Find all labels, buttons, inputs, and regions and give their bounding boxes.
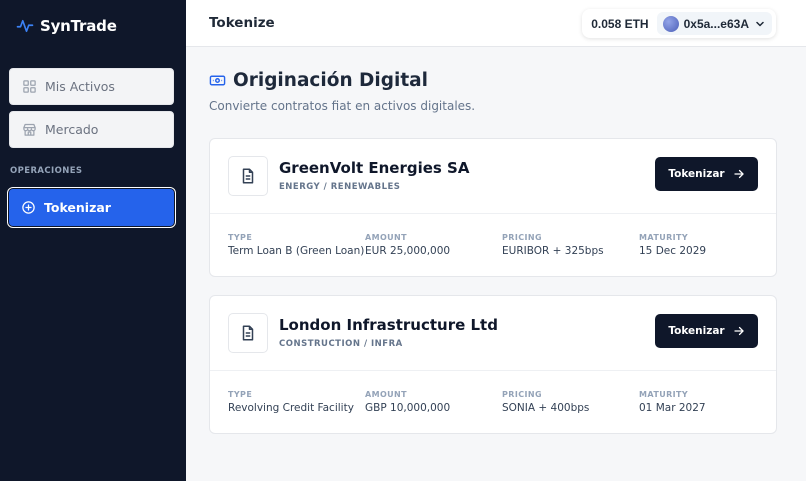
sidebar-item-mis-activos[interactable]: Mis Activos bbox=[9, 68, 174, 105]
field-maturity: MATURITY 15 Dec 2029 bbox=[639, 233, 706, 257]
field-value: Term Loan B (Green Loan) bbox=[228, 245, 365, 257]
field-value: EURIBOR + 325bps bbox=[502, 245, 604, 257]
field-label: AMOUNT bbox=[365, 233, 408, 242]
arrow-right-icon bbox=[734, 326, 744, 336]
wallet-widget[interactable]: 0.058 ETH 0x5a...e63A bbox=[582, 9, 776, 38]
field-label: PRICING bbox=[502, 233, 542, 242]
field-label: AMOUNT bbox=[365, 390, 408, 399]
deal-card: London Infrastructure Ltd CONSTRUCTION /… bbox=[209, 295, 777, 434]
avatar bbox=[662, 15, 679, 32]
field-value: Revolving Credit Facility bbox=[228, 402, 354, 414]
brand-logo[interactable]: SynTrade bbox=[16, 17, 117, 35]
store-icon bbox=[23, 123, 36, 136]
sidebar-item-label: Tokenizar bbox=[44, 200, 111, 215]
topbar: Tokenize 0.058 ETH 0x5a...e63A bbox=[186, 0, 806, 47]
page-header-title: Tokenize bbox=[209, 15, 275, 31]
account-selector[interactable]: 0x5a...e63A bbox=[656, 12, 772, 35]
sidebar-item-label: Mercado bbox=[45, 122, 99, 137]
page-title: Originación Digital bbox=[233, 70, 429, 91]
grid-icon bbox=[23, 80, 36, 93]
deal-card: GreenVolt Energies SA ENERGY / RENEWABLE… bbox=[209, 138, 777, 277]
tokenize-button[interactable]: Tokenizar bbox=[655, 157, 758, 191]
field-value: GBP 10,000,000 bbox=[365, 402, 451, 414]
sector-label: ENERGY / RENEWABLES bbox=[279, 182, 401, 192]
sidebar-item-label: Mis Activos bbox=[45, 79, 115, 94]
tokenize-button-label: Tokenizar bbox=[668, 168, 725, 180]
document-icon bbox=[242, 325, 254, 341]
field-value: 15 Dec 2029 bbox=[639, 245, 707, 257]
eth-balance: 0.058 ETH bbox=[591, 16, 649, 31]
sidebar: SynTrade Mis Activos Mercado OPERACIONES… bbox=[0, 0, 186, 481]
chevron-down-icon bbox=[756, 21, 764, 26]
wallet-address: 0x5a...e63A bbox=[683, 16, 749, 31]
document-icon bbox=[242, 168, 254, 184]
field-type: TYPE Term Loan B (Green Loan) bbox=[228, 233, 364, 257]
field-label: PRICING bbox=[502, 390, 542, 399]
field-pricing: PRICING EURIBOR + 325bps bbox=[502, 233, 604, 257]
field-type: TYPE Revolving Credit Facility bbox=[228, 390, 354, 414]
field-amount: AMOUNT EUR 25,000,000 bbox=[365, 233, 450, 257]
company-name: GreenVolt Energies SA bbox=[279, 159, 470, 177]
field-value: SONIA + 400bps bbox=[502, 402, 590, 414]
field-amount: AMOUNT GBP 10,000,000 bbox=[365, 390, 450, 414]
tokenize-button-label: Tokenizar bbox=[668, 325, 725, 337]
page-subtitle: Convierte contratos fiat en activos digi… bbox=[209, 99, 476, 113]
deal-card-header: GreenVolt Energies SA ENERGY / RENEWABLE… bbox=[210, 139, 776, 214]
sidebar-item-tokenizar[interactable]: Tokenizar bbox=[7, 187, 176, 228]
sidebar-item-mercado[interactable]: Mercado bbox=[9, 111, 174, 148]
sector-label: CONSTRUCTION / INFRA bbox=[279, 339, 403, 349]
ticket-icon bbox=[209, 75, 226, 86]
pulse-icon bbox=[16, 19, 34, 33]
main-header: Originación Digital Convierte contratos … bbox=[209, 70, 475, 113]
section-label-operaciones: OPERACIONES bbox=[10, 166, 83, 176]
field-maturity: MATURITY 01 Mar 2027 bbox=[639, 390, 706, 414]
field-pricing: PRICING SONIA + 400bps bbox=[502, 390, 589, 414]
arrow-right-icon bbox=[734, 169, 744, 179]
company-name: London Infrastructure Ltd bbox=[279, 316, 498, 334]
document-icon-box bbox=[228, 156, 268, 196]
document-icon-box bbox=[228, 313, 268, 353]
field-label: MATURITY bbox=[639, 390, 689, 399]
brand-name: SynTrade bbox=[40, 17, 117, 35]
field-label: TYPE bbox=[228, 233, 253, 242]
field-value: 01 Mar 2027 bbox=[639, 402, 706, 414]
deal-card-header: London Infrastructure Ltd CONSTRUCTION /… bbox=[210, 296, 776, 371]
field-label: MATURITY bbox=[639, 233, 689, 242]
field-value: EUR 25,000,000 bbox=[365, 245, 451, 257]
field-label: TYPE bbox=[228, 390, 253, 399]
tokenize-button[interactable]: Tokenizar bbox=[655, 314, 758, 348]
plus-circle-icon bbox=[22, 201, 35, 214]
